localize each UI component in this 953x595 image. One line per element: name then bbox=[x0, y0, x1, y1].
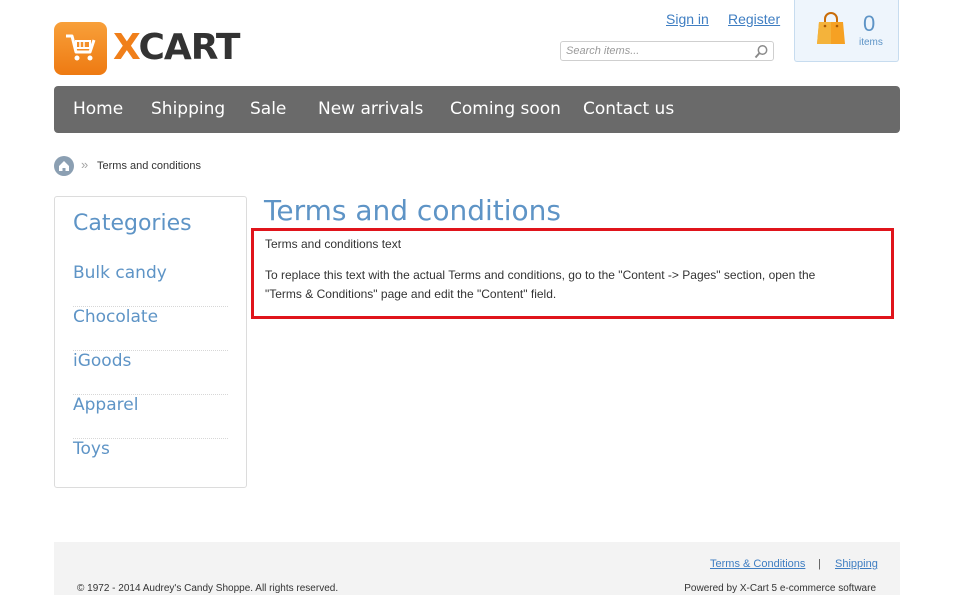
main-nav: Home Shipping Sale New arrivals Coming s… bbox=[54, 86, 900, 133]
search-icon[interactable] bbox=[754, 44, 769, 59]
content-heading-text: Terms and conditions text bbox=[265, 237, 402, 251]
categories-sidebar: Categories Bulk candy Chocolate iGoods A… bbox=[54, 196, 247, 488]
breadcrumb-current: Terms and conditions bbox=[97, 160, 201, 172]
category-label: Toys bbox=[73, 439, 110, 459]
register-link[interactable]: Register bbox=[728, 11, 780, 27]
home-icon[interactable] bbox=[54, 156, 74, 176]
search-input[interactable] bbox=[566, 44, 746, 58]
category-label: iGoods bbox=[73, 351, 132, 371]
content-highlight-box: Terms and conditions text To replace thi… bbox=[251, 228, 894, 319]
cart-logo-icon bbox=[54, 21, 107, 75]
logo-wordmark: XCART bbox=[113, 27, 240, 68]
footer-terms-link[interactable]: Terms & Conditions bbox=[710, 558, 805, 570]
category-label: Bulk candy bbox=[73, 263, 167, 283]
nav-coming-soon[interactable]: Coming soon bbox=[450, 99, 561, 119]
footer-shipping-link[interactable]: Shipping bbox=[835, 558, 878, 570]
page-title: Terms and conditions bbox=[264, 194, 561, 227]
site-logo[interactable]: XCART bbox=[54, 21, 240, 75]
logo-x: X bbox=[113, 27, 140, 68]
footer: Terms & Conditions | Shipping © 1972 - 2… bbox=[54, 542, 900, 595]
logo-cart: CART bbox=[138, 27, 240, 68]
category-toys[interactable]: Toys bbox=[73, 439, 228, 483]
sign-in-link[interactable]: Sign in bbox=[666, 11, 709, 27]
nav-shipping[interactable]: Shipping bbox=[151, 99, 225, 119]
category-label: Chocolate bbox=[73, 307, 159, 327]
nav-home[interactable]: Home bbox=[73, 99, 123, 119]
footer-powered-by: Powered by X-Cart 5 e-commerce software bbox=[684, 583, 876, 594]
category-label: Apparel bbox=[73, 395, 139, 415]
cart-items-label: items bbox=[859, 37, 883, 48]
footer-copyright: © 1972 - 2014 Audrey's Candy Shoppe. All… bbox=[77, 583, 339, 594]
category-chocolate[interactable]: Chocolate bbox=[73, 307, 228, 351]
category-bulk-candy[interactable]: Bulk candy bbox=[73, 263, 228, 307]
nav-new-arrivals[interactable]: New arrivals bbox=[318, 99, 423, 119]
category-igoods[interactable]: iGoods bbox=[73, 351, 228, 395]
nav-contact-us[interactable]: Contact us bbox=[583, 99, 674, 119]
category-apparel[interactable]: Apparel bbox=[73, 395, 228, 439]
sidebar-title: Categories bbox=[73, 211, 192, 236]
breadcrumb-separator: » bbox=[81, 157, 89, 172]
nav-sale[interactable]: Sale bbox=[250, 99, 286, 119]
search-box bbox=[560, 41, 774, 61]
content-body-line-1: To replace this text with the actual Ter… bbox=[265, 268, 816, 282]
shopping-bag-icon bbox=[815, 12, 847, 51]
content-body-line-2: "Terms & Conditions" page and edit the "… bbox=[265, 287, 557, 301]
cart-count: 0 bbox=[863, 11, 876, 36]
footer-separator: | bbox=[818, 558, 821, 570]
cart-button[interactable]: 0 items bbox=[794, 0, 899, 62]
